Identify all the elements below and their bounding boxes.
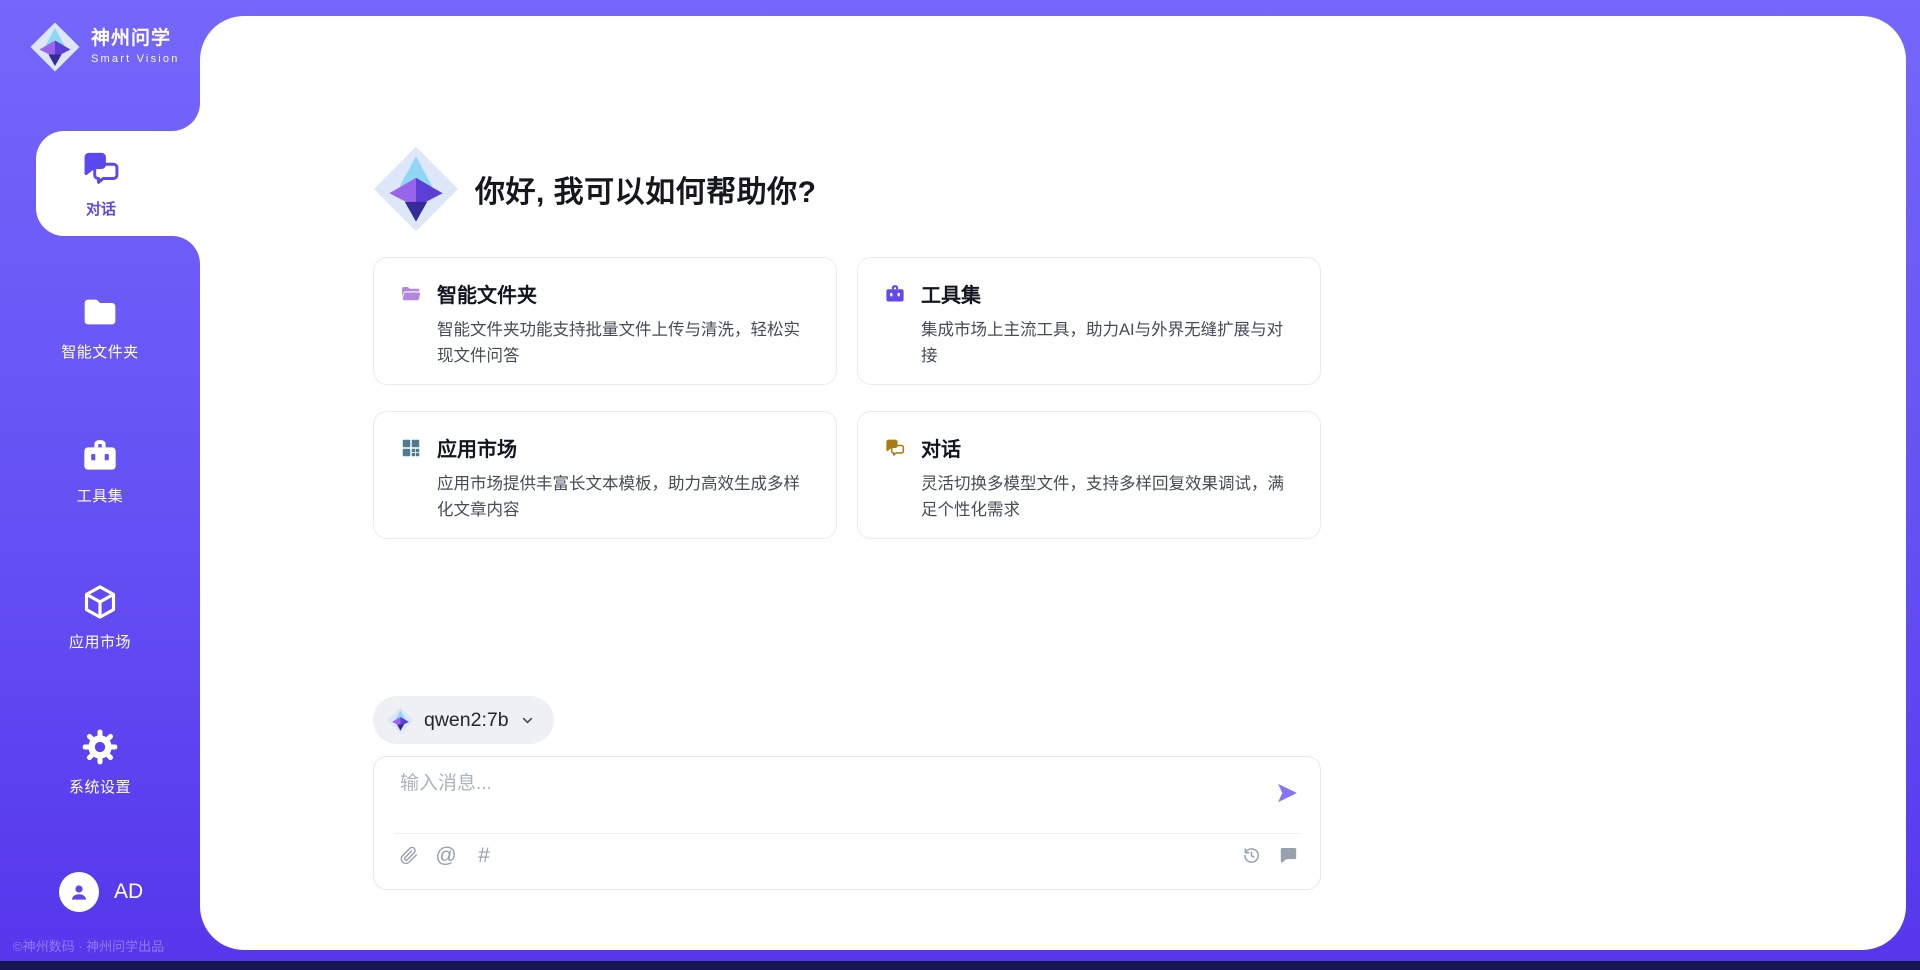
composer-divider [394, 833, 1300, 834]
sidebar-item-label: 工具集 [77, 485, 124, 506]
greeting-text: 你好, 我可以如何帮助你? [475, 167, 817, 211]
user-avatar-icon [67, 880, 91, 904]
app-grid-icon [400, 437, 422, 459]
topic-button[interactable]: # [472, 843, 496, 867]
card-description: 应用市场提供丰富长文本模板，助力高效生成多样化文章内容 [437, 471, 810, 524]
composer-right-tools [1239, 843, 1300, 867]
sidebar-item-chat[interactable]: 对话 [36, 131, 200, 236]
toolbox-icon [80, 436, 120, 476]
sidebar-item-smart-folder[interactable]: 智能文件夹 [0, 292, 200, 362]
sidebar-item-label: 对话 [86, 198, 116, 219]
card-app-market[interactable]: 应用市场 应用市场提供丰富长文本模板，助力高效生成多样化文章内容 [373, 411, 837, 539]
conversation-button[interactable] [1276, 843, 1300, 867]
mention-button[interactable]: @ [434, 843, 458, 867]
card-description: 灵活切换多模型文件，支持多样回复效果调试，满足个性化需求 [921, 471, 1294, 524]
sidebar-item-settings[interactable]: 系统设置 [0, 727, 200, 797]
avatar [59, 872, 99, 912]
sidebar-item-label: 智能文件夹 [61, 341, 139, 362]
chevron-down-icon [519, 712, 536, 729]
paperclip-icon [398, 845, 419, 866]
gear-icon [80, 727, 120, 767]
card-header: 工具集 [884, 279, 1294, 308]
folder-icon [80, 292, 120, 332]
message-composer: @ # [373, 756, 1321, 890]
send-icon [1274, 780, 1300, 806]
app-window: 神州问学 Smart Vision 对话 智能文件夹 工具集 应用市场 系统设置… [0, 0, 1920, 970]
history-icon [1241, 845, 1262, 866]
chat-solid-icon [1278, 845, 1299, 866]
model-name: qwen2:7b [424, 709, 509, 732]
sidebar-item-toolset[interactable]: 工具集 [0, 436, 200, 506]
user-menu[interactable]: AD [59, 872, 143, 912]
message-input[interactable] [398, 772, 1252, 796]
at-sign-icon: @ [435, 845, 456, 866]
chat-bubbles-icon [80, 148, 122, 190]
user-name: AD [114, 880, 143, 904]
bottom-edge-bar [0, 961, 1920, 970]
brand-name: 神州问学 [91, 29, 180, 50]
card-toolset[interactable]: 工具集 集成市场上主流工具，助力AI与外界无缝扩展与对接 [857, 257, 1321, 385]
card-header: 应用市场 [400, 433, 810, 462]
brand-subtitle: Smart Vision [91, 53, 180, 65]
sidebar-item-app-market[interactable]: 应用市场 [0, 582, 200, 652]
history-button[interactable] [1239, 843, 1263, 867]
card-smart-folder[interactable]: 智能文件夹 智能文件夹功能支持批量文件上传与清洗，轻松实现文件问答 [373, 257, 837, 385]
diamond-logo-icon [373, 146, 459, 232]
chat-bubbles-icon [884, 437, 906, 459]
brand: 神州问学 Smart Vision [30, 22, 180, 72]
feature-card-grid: 智能文件夹 智能文件夹功能支持批量文件上传与清洗，轻松实现文件问答 工具集 集成… [373, 257, 1321, 539]
greeting-block: 你好, 我可以如何帮助你? [373, 146, 817, 232]
sidebar-item-label: 系统设置 [69, 776, 131, 797]
card-description: 集成市场上主流工具，助力AI与外界无缝扩展与对接 [921, 317, 1294, 370]
card-header: 对话 [884, 433, 1294, 462]
sidebar-item-label: 应用市场 [69, 631, 131, 652]
attach-file-button[interactable] [396, 843, 420, 867]
brand-text: 神州问学 Smart Vision [91, 29, 180, 65]
cube-icon [80, 582, 120, 622]
diamond-logo-icon [30, 22, 80, 72]
card-title: 工具集 [921, 279, 981, 308]
card-header: 智能文件夹 [400, 279, 810, 308]
sidebar-footer-credit: ©神州数码 · 神州问学出品 [13, 936, 164, 955]
card-title: 智能文件夹 [437, 279, 537, 308]
send-button[interactable] [1274, 780, 1300, 806]
composer-left-tools: @ # [396, 843, 496, 867]
model-selector[interactable]: qwen2:7b [373, 696, 554, 744]
card-title: 应用市场 [437, 433, 517, 462]
toolbox-icon [884, 283, 906, 305]
card-chat[interactable]: 对话 灵活切换多模型文件，支持多样回复效果调试，满足个性化需求 [857, 411, 1321, 539]
card-description: 智能文件夹功能支持批量文件上传与清洗，轻松实现文件问答 [437, 317, 810, 370]
folder-open-icon [400, 283, 422, 305]
diamond-logo-icon [387, 707, 414, 734]
hash-icon: # [478, 845, 490, 866]
card-title: 对话 [921, 433, 961, 462]
